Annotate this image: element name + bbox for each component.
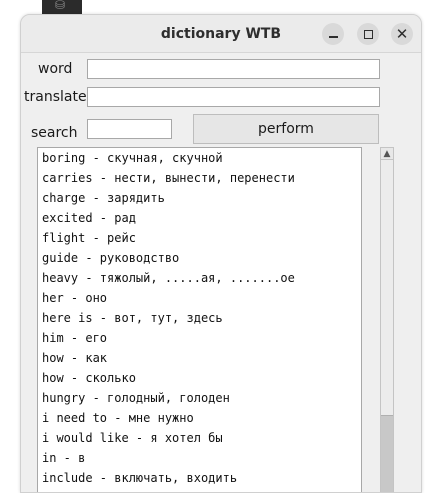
word-label: word [38,61,73,77]
list-item[interactable]: include - включать, входить [38,468,361,488]
dictionary-list[interactable]: boring - скучная, скучной carries - нест… [37,147,362,492]
list-item[interactable]: flight - рейс [38,228,361,248]
maximize-button[interactable] [357,23,379,45]
search-input[interactable] [87,119,172,139]
translate-label: translate [24,89,87,105]
scrollbar-thumb[interactable] [381,415,393,492]
search-label: search [31,125,78,141]
list-item[interactable]: i need to - мне нужно [38,408,361,428]
list-item[interactable]: heavy - тяжолый, .....ая, .......ое [38,268,361,288]
title-bar[interactable]: dictionary WTB ✕ [21,15,421,53]
perform-button[interactable]: perform [193,114,379,144]
minimize-button[interactable] [322,23,344,45]
scroll-up-arrow-icon[interactable]: ▲ [381,148,393,160]
app-window: dictionary WTB ✕ word translate search p… [20,14,422,493]
list-item[interactable]: carries - нести, вынести, перенести [38,168,361,188]
list-item[interactable]: hungry - голодный, голоден [38,388,361,408]
list-scrollbar[interactable]: ▲ [380,147,394,492]
list-item[interactable]: guide - руководство [38,248,361,268]
list-item[interactable]: boring - скучная, скучной [38,148,361,168]
list-item[interactable]: her - оно [38,288,361,308]
database-icon[interactable]: ⛁ [55,0,69,11]
list-item[interactable]: in - в [38,448,361,468]
list-item[interactable]: how - как [38,348,361,368]
list-item[interactable]: here is - вот, тут, здесь [38,308,361,328]
translate-input[interactable] [87,87,380,107]
list-item[interactable]: him - его [38,328,361,348]
close-icon: ✕ [395,24,409,43]
scrollbar-track[interactable] [381,160,393,415]
list-item[interactable]: excited - рад [38,208,361,228]
minimize-icon [328,36,338,38]
desktop-gutter [0,18,20,493]
word-input[interactable] [87,59,380,79]
close-button[interactable]: ✕ [391,23,413,45]
list-item[interactable]: i would like - я хотел бы [38,428,361,448]
list-item[interactable]: charge - зарядить [38,188,361,208]
list-item[interactable]: how - сколько [38,368,361,388]
maximize-icon [363,29,373,39]
